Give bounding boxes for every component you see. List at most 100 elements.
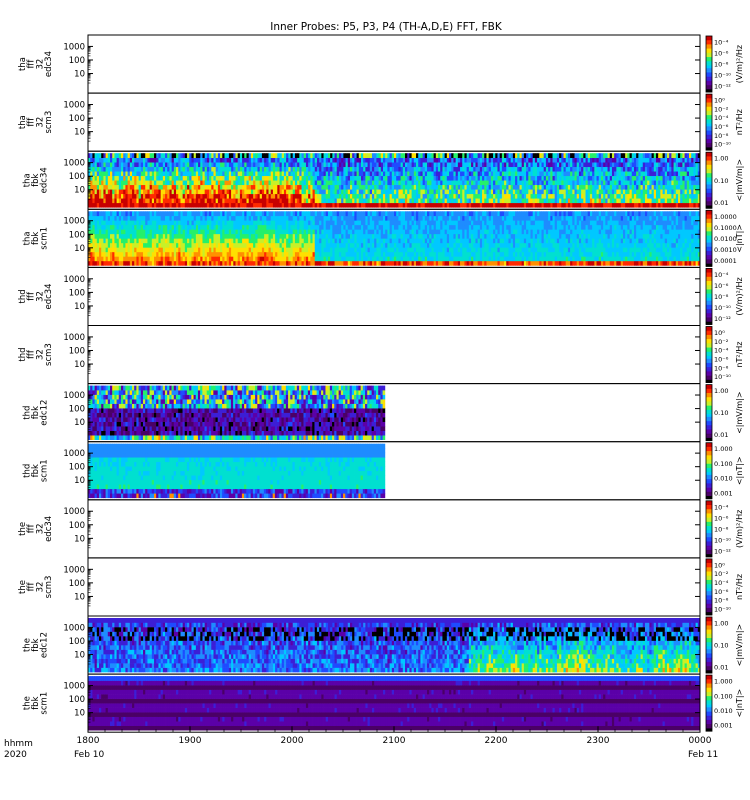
ytick-label: 1000 [63, 565, 85, 575]
colorbar-tick-label: 10⁻⁸ [714, 525, 729, 533]
colorbar: 1.00 0.10 0.01 <|mV/m|> [705, 616, 744, 674]
xtick-label: 2300 [587, 736, 610, 746]
colorbar: 1.000 0.100 0.010 0.001<|nT|> [705, 442, 744, 500]
colorbar-tick-label: 0.01 [714, 664, 728, 672]
ytick-label: 100 [69, 346, 85, 356]
ytick-label: 100 [69, 695, 85, 705]
colorbar-tick-label: 10⁻² [714, 570, 729, 578]
colorbar-tick-label: 10⁻² [714, 338, 729, 346]
colorbar: 10⁰10⁻²10⁻⁴10⁻⁶10⁻⁸10⁻¹⁰ nT²/Hz [705, 326, 744, 383]
ytick-label: 10 [74, 534, 85, 544]
panel-ylabel-line: scm1 [40, 692, 50, 715]
panel-ylabel-line: edc34 [44, 516, 54, 542]
ytick-label: 10 [74, 244, 85, 254]
ytick-label: 100 [69, 114, 85, 124]
colorbar-tick-label: 10⁻⁴ [714, 579, 729, 587]
panel-ylabel-line: scm3 [44, 111, 54, 134]
colorbar-tick-label: 10⁻⁶ [714, 123, 729, 131]
xtick-label: 2200 [485, 736, 508, 746]
colorbar-tick-label: 10⁻¹⁰ [714, 373, 731, 381]
colorbar-tick-label: 10⁰ [714, 561, 725, 569]
panel-ylabel-line: scm1 [40, 459, 50, 482]
colorbar-tick-label: 0.100 [714, 692, 733, 700]
panel-frame [87, 325, 701, 385]
colorbar-tick-label: 0.01 [714, 199, 728, 207]
colorbar-tick-label: 10⁻¹² [714, 315, 731, 323]
xtick-label: 2100 [383, 736, 406, 746]
panel-thd-fbk-edc12: 100010010thdfbkedc121.000.100.01<|mV/m|> [22, 383, 744, 443]
colorbar: 10⁻⁴ 10⁻⁶ 10⁻⁸ 10⁻¹⁰ 10⁻¹² (V/m)²/Hz [705, 267, 744, 325]
ytick-label: 100 [69, 579, 85, 589]
panel-the-fff-32-scm3: 100010010thefff32scm310⁰10⁻²10⁻⁴10⁻⁶10⁻⁸… [18, 557, 744, 617]
ytick-label: 100 [69, 230, 85, 240]
colorbar-tick-label: 1.000 [714, 445, 733, 453]
ytick-label: 1000 [63, 507, 85, 517]
colorbar-tick-label: 10⁻⁴ [714, 271, 729, 279]
colorbar-tick-label: 10⁻⁶ [714, 50, 729, 58]
colorbar-tick-label: 1.00 [714, 620, 728, 628]
panel-ylabel-line: edc34 [40, 167, 50, 193]
colorbar-label: nT²/Hz [735, 342, 744, 368]
ytick-label: 10 [74, 360, 85, 370]
ytick-label: 10 [74, 651, 85, 661]
colorbar-tick-label: 0.100 [714, 460, 733, 468]
panel-ylabel-line: edc34 [44, 283, 54, 309]
time-axis: hhmm 2020 Feb 10 Feb 11 1800 1900 2000 2100… [4, 726, 718, 760]
colorbar-tick-label: 0.001 [714, 722, 733, 730]
panel-thd-fff-32-scm3: 100010010thdfff32scm310⁰10⁻²10⁻⁴10⁻⁶10⁻⁸… [18, 325, 744, 385]
colorbar: 10⁻⁴ 10⁻⁶ 10⁻⁸ 10⁻¹⁰ 10⁻¹² (V/m)²/Hz [705, 500, 744, 558]
time-axis-end-date: Feb 11 [688, 750, 718, 760]
ytick-label: 1000 [63, 623, 85, 633]
ytick-label: 100 [69, 172, 85, 182]
ytick-label: 100 [69, 288, 85, 298]
ytick-label: 1000 [63, 275, 85, 285]
panel-ylabel-line: edc12 [40, 400, 50, 426]
panel-the-fff-32-edc34: 100010010thefff32edc3410⁻⁴10⁻⁶10⁻⁸10⁻¹⁰1… [18, 499, 744, 559]
colorbar-tick-label: 10⁻⁸ [714, 364, 729, 372]
xtick-label: 1800 [77, 736, 100, 746]
panel-tha-fbk-edc34: 100010010thafbkedc341.000.100.01<|mV/m|> [22, 150, 744, 210]
panel-frame [87, 92, 701, 152]
colorbar-label: (V/m)²/Hz [735, 45, 744, 83]
colorbar-tick-label: 0.1000 [714, 224, 737, 232]
colorbar-tick-label: 10⁻⁶ [714, 588, 729, 596]
colorbar: 1.000 0.100 0.010 0.001<|nT|> [705, 674, 744, 732]
ytick-label: 10 [74, 302, 85, 312]
xtick-label: 0000 [689, 736, 712, 746]
colorbar-tick-label: 0.0100 [714, 235, 737, 243]
ytick-label: 10 [74, 186, 85, 196]
colorbar-tick-label: 10⁻⁸ [714, 132, 729, 140]
colorbar-label: <|mV/m|> [735, 624, 744, 667]
panel-frame [87, 499, 701, 559]
colorbar-tick-label: 10⁻¹⁰ [714, 606, 731, 614]
colorbar-tick-label: 10⁻⁶ [714, 514, 729, 522]
colorbar: 1.00 0.10 0.01 <|mV/m|> [705, 151, 744, 209]
ytick-label: 100 [69, 405, 85, 415]
panel-tha-fbk-scm1: 100010010thafbkscm11.00000.10000.01000.0… [22, 208, 744, 268]
colorbar-tick-label: 10⁻² [714, 105, 729, 113]
colorbar-tick-label: 0.0010 [714, 246, 737, 254]
panel-the-fbk-scm1: 100010010thefbkscm11.0000.1000.0100.001<… [22, 673, 744, 733]
colorbar-tick-label: 10⁻¹² [714, 547, 731, 555]
colorbar: 10⁰10⁻²10⁻⁴10⁻⁶10⁻⁸10⁻¹⁰ nT²/Hz [705, 558, 744, 616]
colorbar: 1.00 0.10 0.01 <|mV/m|> [705, 384, 744, 442]
time-axis-start-date: Feb 10 [74, 750, 105, 760]
colorbar-tick-label: 10⁻⁴ [714, 347, 729, 355]
panel-stack: 100010010thafff32edc3410⁻⁴10⁻⁶10⁻⁸10⁻¹⁰1… [18, 34, 744, 733]
heatmap-cells [88, 443, 386, 499]
panel-frame [87, 266, 701, 326]
colorbar-tick-label: 10⁻⁴ [714, 503, 729, 511]
ytick-label: 100 [69, 463, 85, 473]
colorbar-tick-label: 10⁻⁸ [714, 293, 729, 301]
ytick-label: 1000 [63, 42, 85, 52]
colorbar-tick-label: 10⁻⁶ [714, 355, 729, 363]
colorbar-tick-label: 10⁻¹² [714, 83, 731, 91]
panel-thd-fff-32-edc34: 100010010thdfff32edc3410⁻⁴10⁻⁶10⁻⁸10⁻¹⁰1… [18, 266, 744, 326]
ytick-label: 1000 [63, 449, 85, 459]
colorbar: 1.0000 0.1000 0.0100 0.0010 0.0001 <|nT|> [705, 209, 744, 267]
panel-ylabel-line: scm1 [40, 227, 50, 250]
colorbar-tick-label: 0.10 [714, 642, 728, 650]
colorbar-tick-label: 0.010 [714, 707, 733, 715]
colorbar-tick-label: 10⁻⁸ [714, 597, 729, 605]
ytick-label: 10 [74, 418, 85, 428]
